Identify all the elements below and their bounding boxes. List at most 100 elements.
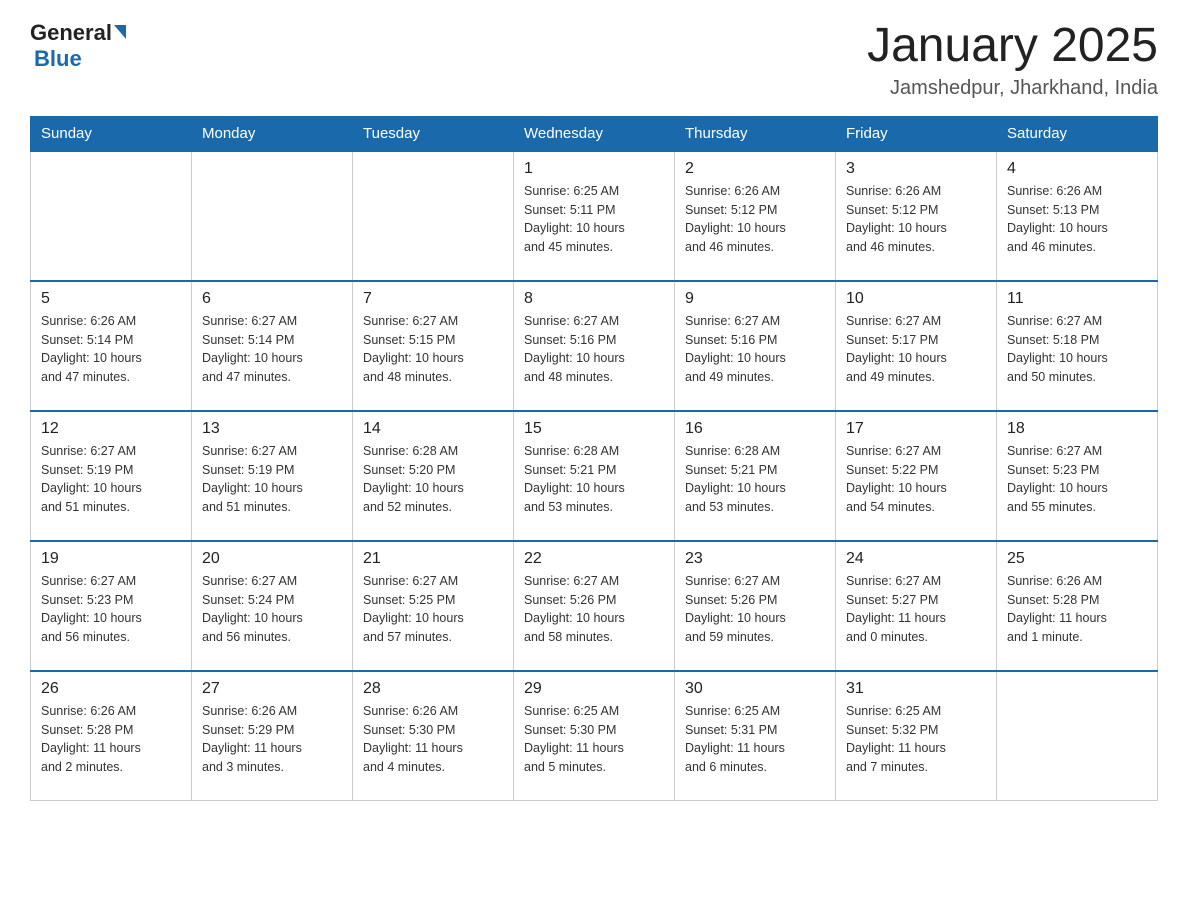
day-number: 16 bbox=[685, 420, 825, 438]
calendar-cell: 20 Sunrise: 6:27 AM Sunset: 5:24 PM Dayli… bbox=[192, 541, 353, 671]
day-number: 8 bbox=[524, 290, 664, 308]
calendar-cell: 22 Sunrise: 6:27 AM Sunset: 5:26 PM Dayli… bbox=[514, 541, 675, 671]
day-number: 5 bbox=[41, 290, 181, 308]
calendar-cell: 11 Sunrise: 6:27 AM Sunset: 5:18 PM Dayli… bbox=[997, 281, 1158, 411]
calendar-cell: 18 Sunrise: 6:27 AM Sunset: 5:23 PM Dayli… bbox=[997, 411, 1158, 541]
day-info: Sunrise: 6:27 AM Sunset: 5:23 PM Dayligh… bbox=[41, 572, 181, 647]
page-header: General Blue January 2025 Jamshedpur, Jh… bbox=[30, 20, 1158, 100]
calendar-cell: 19 Sunrise: 6:27 AM Sunset: 5:23 PM Dayli… bbox=[31, 541, 192, 671]
day-number: 11 bbox=[1007, 290, 1147, 308]
calendar-cell bbox=[997, 671, 1158, 801]
day-number: 15 bbox=[524, 420, 664, 438]
calendar-cell: 12 Sunrise: 6:27 AM Sunset: 5:19 PM Dayli… bbox=[31, 411, 192, 541]
day-number: 2 bbox=[685, 160, 825, 178]
day-info: Sunrise: 6:25 AM Sunset: 5:11 PM Dayligh… bbox=[524, 182, 664, 257]
day-number: 13 bbox=[202, 420, 342, 438]
weekday-header-saturday: Saturday bbox=[997, 116, 1158, 151]
day-info: Sunrise: 6:27 AM Sunset: 5:14 PM Dayligh… bbox=[202, 312, 342, 387]
day-info: Sunrise: 6:25 AM Sunset: 5:32 PM Dayligh… bbox=[846, 702, 986, 777]
day-info: Sunrise: 6:27 AM Sunset: 5:16 PM Dayligh… bbox=[524, 312, 664, 387]
day-number: 12 bbox=[41, 420, 181, 438]
weekday-header-monday: Monday bbox=[192, 116, 353, 151]
calendar-cell bbox=[353, 151, 514, 281]
day-number: 17 bbox=[846, 420, 986, 438]
calendar-cell: 24Sunrise: 6:27 AM Sunset: 5:27 PM Dayli… bbox=[836, 541, 997, 671]
day-info: Sunrise: 6:28 AM Sunset: 5:21 PM Dayligh… bbox=[685, 442, 825, 517]
calendar-week-row: 26 Sunrise: 6:26 AM Sunset: 5:28 PM Dayli… bbox=[31, 671, 1158, 801]
day-number: 22 bbox=[524, 550, 664, 568]
weekday-header-thursday: Thursday bbox=[675, 116, 836, 151]
day-info: Sunrise: 6:26 AM Sunset: 5:29 PM Dayligh… bbox=[202, 702, 342, 777]
calendar-cell bbox=[31, 151, 192, 281]
day-info: Sunrise: 6:27 AM Sunset: 5:19 PM Dayligh… bbox=[41, 442, 181, 517]
calendar-cell: 13 Sunrise: 6:27 AM Sunset: 5:19 PM Dayli… bbox=[192, 411, 353, 541]
day-number: 6 bbox=[202, 290, 342, 308]
title-block: January 2025 Jamshedpur, Jharkhand, Indi… bbox=[867, 20, 1158, 100]
day-info: Sunrise: 6:28 AM Sunset: 5:21 PM Dayligh… bbox=[524, 442, 664, 517]
calendar-cell: 27 Sunrise: 6:26 AM Sunset: 5:29 PM Dayli… bbox=[192, 671, 353, 801]
calendar-cell: 25 Sunrise: 6:26 AM Sunset: 5:28 PM Dayli… bbox=[997, 541, 1158, 671]
logo: General Blue bbox=[30, 20, 126, 72]
calendar-cell bbox=[192, 151, 353, 281]
calendar-cell: 28 Sunrise: 6:26 AM Sunset: 5:30 PM Dayli… bbox=[353, 671, 514, 801]
calendar-cell: 23 Sunrise: 6:27 AM Sunset: 5:26 PM Dayli… bbox=[675, 541, 836, 671]
day-info: Sunrise: 6:26 AM Sunset: 5:13 PM Dayligh… bbox=[1007, 182, 1147, 257]
day-number: 31 bbox=[846, 680, 986, 698]
logo-arrow-icon bbox=[114, 25, 126, 39]
day-number: 7 bbox=[363, 290, 503, 308]
day-info: Sunrise: 6:27 AM Sunset: 5:17 PM Dayligh… bbox=[846, 312, 986, 387]
calendar-cell: 7 Sunrise: 6:27 AM Sunset: 5:15 PM Daylig… bbox=[353, 281, 514, 411]
day-number: 1 bbox=[524, 160, 664, 178]
calendar-cell: 1 Sunrise: 6:25 AM Sunset: 5:11 PM Daylig… bbox=[514, 151, 675, 281]
calendar-cell: 29Sunrise: 6:25 AM Sunset: 5:30 PM Dayli… bbox=[514, 671, 675, 801]
calendar-cell: 4 Sunrise: 6:26 AM Sunset: 5:13 PM Daylig… bbox=[997, 151, 1158, 281]
calendar-cell: 10 Sunrise: 6:27 AM Sunset: 5:17 PM Dayli… bbox=[836, 281, 997, 411]
day-info: Sunrise: 6:26 AM Sunset: 5:12 PM Dayligh… bbox=[846, 182, 986, 257]
day-number: 23 bbox=[685, 550, 825, 568]
day-number: 10 bbox=[846, 290, 986, 308]
calendar-cell: 30Sunrise: 6:25 AM Sunset: 5:31 PM Dayli… bbox=[675, 671, 836, 801]
day-number: 4 bbox=[1007, 160, 1147, 178]
calendar-week-row: 12 Sunrise: 6:27 AM Sunset: 5:19 PM Dayli… bbox=[31, 411, 1158, 541]
calendar-cell: 21Sunrise: 6:27 AM Sunset: 5:25 PM Dayli… bbox=[353, 541, 514, 671]
weekday-header-wednesday: Wednesday bbox=[514, 116, 675, 151]
day-info: Sunrise: 6:26 AM Sunset: 5:28 PM Dayligh… bbox=[41, 702, 181, 777]
day-info: Sunrise: 6:27 AM Sunset: 5:24 PM Dayligh… bbox=[202, 572, 342, 647]
day-number: 27 bbox=[202, 680, 342, 698]
day-number: 26 bbox=[41, 680, 181, 698]
day-info: Sunrise: 6:26 AM Sunset: 5:28 PM Dayligh… bbox=[1007, 572, 1147, 647]
logo-general-text: General bbox=[30, 20, 112, 46]
calendar-cell: 26 Sunrise: 6:26 AM Sunset: 5:28 PM Dayli… bbox=[31, 671, 192, 801]
day-info: Sunrise: 6:27 AM Sunset: 5:27 PM Dayligh… bbox=[846, 572, 986, 647]
day-number: 25 bbox=[1007, 550, 1147, 568]
day-number: 3 bbox=[846, 160, 986, 178]
day-info: Sunrise: 6:27 AM Sunset: 5:19 PM Dayligh… bbox=[202, 442, 342, 517]
calendar-subtitle: Jamshedpur, Jharkhand, India bbox=[867, 77, 1158, 100]
calendar-cell: 3 Sunrise: 6:26 AM Sunset: 5:12 PM Daylig… bbox=[836, 151, 997, 281]
calendar-title: January 2025 bbox=[867, 20, 1158, 73]
day-info: Sunrise: 6:25 AM Sunset: 5:30 PM Dayligh… bbox=[524, 702, 664, 777]
day-info: Sunrise: 6:27 AM Sunset: 5:16 PM Dayligh… bbox=[685, 312, 825, 387]
day-info: Sunrise: 6:28 AM Sunset: 5:20 PM Dayligh… bbox=[363, 442, 503, 517]
day-number: 19 bbox=[41, 550, 181, 568]
day-info: Sunrise: 6:26 AM Sunset: 5:30 PM Dayligh… bbox=[363, 702, 503, 777]
day-info: Sunrise: 6:26 AM Sunset: 5:14 PM Dayligh… bbox=[41, 312, 181, 387]
calendar-week-row: 5 Sunrise: 6:26 AM Sunset: 5:14 PM Daylig… bbox=[31, 281, 1158, 411]
day-info: Sunrise: 6:27 AM Sunset: 5:15 PM Dayligh… bbox=[363, 312, 503, 387]
day-info: Sunrise: 6:27 AM Sunset: 5:26 PM Dayligh… bbox=[685, 572, 825, 647]
calendar-week-row: 1 Sunrise: 6:25 AM Sunset: 5:11 PM Daylig… bbox=[31, 151, 1158, 281]
day-info: Sunrise: 6:25 AM Sunset: 5:31 PM Dayligh… bbox=[685, 702, 825, 777]
day-number: 20 bbox=[202, 550, 342, 568]
calendar-cell: 2Sunrise: 6:26 AM Sunset: 5:12 PM Daylig… bbox=[675, 151, 836, 281]
day-info: Sunrise: 6:27 AM Sunset: 5:23 PM Dayligh… bbox=[1007, 442, 1147, 517]
calendar-cell: 5 Sunrise: 6:26 AM Sunset: 5:14 PM Daylig… bbox=[31, 281, 192, 411]
day-number: 14 bbox=[363, 420, 503, 438]
day-number: 28 bbox=[363, 680, 503, 698]
day-number: 9 bbox=[685, 290, 825, 308]
calendar-cell: 17Sunrise: 6:27 AM Sunset: 5:22 PM Dayli… bbox=[836, 411, 997, 541]
weekday-header-friday: Friday bbox=[836, 116, 997, 151]
weekday-header-tuesday: Tuesday bbox=[353, 116, 514, 151]
day-info: Sunrise: 6:27 AM Sunset: 5:18 PM Dayligh… bbox=[1007, 312, 1147, 387]
day-info: Sunrise: 6:27 AM Sunset: 5:26 PM Dayligh… bbox=[524, 572, 664, 647]
day-number: 18 bbox=[1007, 420, 1147, 438]
